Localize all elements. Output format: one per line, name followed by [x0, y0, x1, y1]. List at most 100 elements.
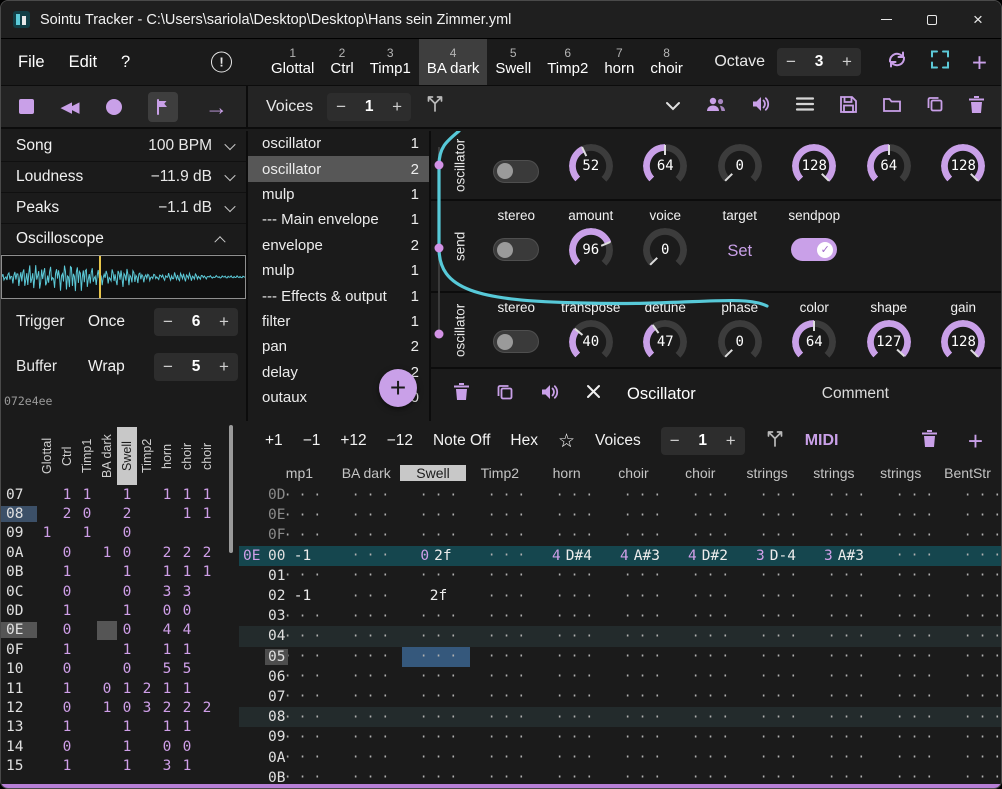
menu-item[interactable]: ? [109, 53, 142, 72]
pattern-cell[interactable]: 1 [97, 543, 117, 562]
note-row-number[interactable]: 0B [265, 770, 288, 784]
polyphony-icon[interactable] [705, 95, 727, 118]
pattern-cell[interactable] [97, 718, 117, 737]
note-track-header[interactable]: BentStr [934, 465, 1001, 481]
note-row-number[interactable]: 02 [265, 588, 288, 604]
note-cell[interactable]: 4D#4 [538, 546, 606, 566]
delete-track-icon[interactable] [921, 429, 938, 453]
maximize-button[interactable] [909, 1, 955, 38]
note-cell[interactable]: ··· [334, 546, 402, 566]
pattern-cell[interactable]: 1 [197, 563, 217, 582]
note-row-number[interactable]: 0D [265, 487, 288, 503]
transpose-knob[interactable]: 40 [569, 320, 613, 364]
note-cell[interactable]: ··· [674, 768, 742, 784]
pattern-cell[interactable]: 0 [117, 582, 137, 601]
open-folder-icon[interactable] [882, 96, 902, 118]
pattern-cell[interactable] [77, 640, 97, 659]
pattern-cell[interactable]: 1 [157, 485, 177, 504]
unit-list-item[interactable]: filter 1 [248, 309, 429, 334]
pattern-cell[interactable]: 2 [157, 543, 177, 562]
menu-item[interactable]: File [6, 53, 57, 72]
note-cell[interactable]: 4D#2 [674, 546, 742, 566]
note-cell[interactable]: ··· [810, 505, 878, 525]
pattern-cell[interactable]: 2 [157, 698, 177, 717]
note-cell[interactable]: ··· [946, 546, 1001, 566]
note-row-number[interactable]: 03 [265, 608, 288, 624]
add-track-button[interactable]: + [968, 431, 983, 451]
pattern-row-number[interactable]: 11 [1, 681, 37, 697]
pattern-cell[interactable] [137, 718, 157, 737]
note-cell[interactable]: ··· [878, 687, 946, 707]
pattern-cell[interactable]: 2 [177, 698, 197, 717]
color-knob[interactable]: 128 [792, 144, 836, 188]
note-cell[interactable]: ··· [674, 727, 742, 747]
split-voices-icon[interactable] [425, 95, 445, 118]
transpose-button[interactable]: +1 [265, 432, 283, 450]
note-cell[interactable]: ··· [402, 687, 470, 707]
menu-hamburger-icon[interactable] [795, 96, 815, 117]
note-cell[interactable]: ··· [674, 525, 742, 545]
note-cell[interactable]: ··· [742, 727, 810, 747]
pattern-cell[interactable]: 1 [117, 718, 137, 737]
note-cell[interactable]: ··· [538, 647, 606, 667]
note-cell[interactable]: ··· [946, 485, 1001, 505]
gain-knob[interactable]: 128 [941, 320, 985, 364]
track-tab[interactable]: 4 BA dark [419, 39, 488, 85]
note-cell[interactable]: ··· [946, 525, 1001, 545]
pattern-cell[interactable]: 0 [57, 737, 77, 756]
note-track-header[interactable]: choir [667, 465, 734, 481]
transpose-knob[interactable]: 52 [569, 144, 613, 188]
pattern-cell[interactable] [37, 640, 57, 659]
note-cell[interactable]: ··· [674, 707, 742, 727]
unit-list-item[interactable]: --- Main envelope 1 [248, 207, 429, 232]
octave-increment-button[interactable]: + [833, 52, 861, 72]
note-cell[interactable]: ··· [402, 566, 470, 586]
note-cell[interactable]: ··· [334, 707, 402, 727]
split-track-icon[interactable] [765, 430, 785, 453]
note-cell[interactable]: ··· [334, 727, 402, 747]
pattern-cell[interactable] [37, 698, 57, 717]
pattern-cell[interactable] [77, 756, 97, 775]
shape-knob[interactable]: 127 [867, 320, 911, 364]
note-cell[interactable]: ··· [402, 707, 470, 727]
pattern-track-header[interactable]: Glottal [37, 427, 57, 485]
pattern-cell[interactable] [77, 582, 97, 601]
midi-button[interactable]: MIDI [805, 432, 839, 450]
note-cell[interactable]: ··· [674, 667, 742, 687]
pattern-cell[interactable] [77, 737, 97, 756]
pattern-cell[interactable] [37, 718, 57, 737]
unit-list-item[interactable]: mulp 1 [248, 258, 429, 283]
track-tab[interactable]: 8 choir [642, 39, 691, 85]
note-cell[interactable]: ··· [470, 546, 538, 566]
note-cell[interactable]: ··· [606, 768, 674, 784]
voice-knob[interactable]: 0 [643, 228, 687, 272]
note-cell[interactable]: ··· [742, 768, 810, 784]
phase-knob[interactable]: 0 [718, 320, 762, 364]
pattern-track-header[interactable]: Timp1 [77, 427, 97, 485]
pattern-cell[interactable]: 1 [57, 563, 77, 582]
note-cell[interactable]: ··· [674, 647, 742, 667]
note-cell[interactable]: ··· [674, 747, 742, 767]
pattern-cell[interactable]: 1 [177, 485, 197, 504]
note-cell[interactable]: 4A#3 [606, 546, 674, 566]
trigger-increment-button[interactable]: + [210, 312, 238, 332]
note-cell[interactable]: ··· [470, 687, 538, 707]
song-property-row[interactable]: Loudness −11.9 dB [1, 162, 246, 193]
pattern-cell[interactable] [37, 737, 57, 756]
pattern-cell[interactable] [97, 485, 117, 504]
transpose-button[interactable]: +12 [340, 432, 366, 450]
pattern-cell[interactable]: 1 [57, 718, 77, 737]
note-track-header[interactable]: BA dark [333, 465, 400, 481]
pattern-cell[interactable] [77, 543, 97, 562]
pattern-cell[interactable]: 1 [57, 679, 77, 698]
pattern-cell[interactable] [97, 563, 117, 582]
pattern-cell[interactable] [197, 582, 217, 601]
pattern-cell[interactable]: 1 [177, 640, 197, 659]
note-track-header[interactable]: horn [533, 465, 600, 481]
pattern-cell[interactable] [97, 524, 117, 543]
note-cell[interactable]: ··· [674, 505, 742, 525]
pattern-cell[interactable]: 0 [117, 524, 137, 543]
note-cell[interactable]: 2f [402, 586, 470, 606]
track-tab[interactable]: 1 Glottal [263, 39, 322, 85]
pattern-cell[interactable]: 1 [177, 756, 197, 775]
